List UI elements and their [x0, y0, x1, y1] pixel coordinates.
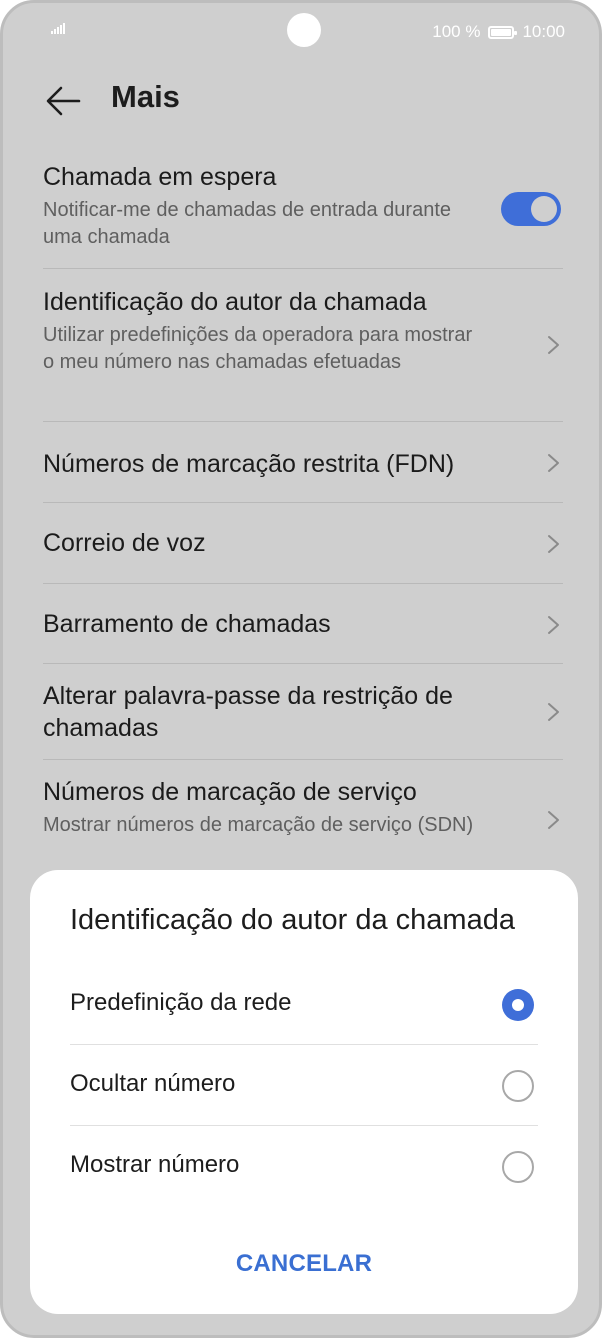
front-camera	[287, 13, 321, 47]
status-bar: 100 % 10:00	[3, 3, 599, 63]
page-title: Mais	[111, 79, 180, 114]
caller-id-dialog: Identificação do autor da chamada Predef…	[30, 870, 578, 1314]
fdn-item[interactable]: Números de marcação restrita (FDN)	[43, 422, 563, 503]
call-barring-item[interactable]: Barramento de chamadas	[43, 584, 563, 664]
option-network-default[interactable]: Predefinição da rede	[70, 965, 538, 1045]
call-waiting-item[interactable]: Chamada em espera Notificar-me de chamad…	[43, 151, 563, 269]
radio-unselected-icon[interactable]	[502, 1070, 534, 1102]
chevron-right-icon	[548, 454, 559, 472]
option-show-number[interactable]: Mostrar número	[70, 1127, 538, 1207]
chevron-right-icon	[548, 703, 559, 721]
caller-id-title: Identificação do autor da chamada	[43, 288, 427, 316]
call-barring-title: Barramento de chamadas	[43, 610, 331, 638]
settings-list: Chamada em espera Notificar-me de chamad…	[43, 151, 563, 880]
battery-icon	[488, 25, 518, 39]
signal-icon	[51, 23, 65, 34]
radio-selected-icon[interactable]	[502, 989, 534, 1021]
option-label: Predefinição da rede	[70, 989, 292, 1016]
app-header: Mais	[3, 73, 599, 133]
sdn-title: Números de marcação de serviço	[43, 778, 417, 806]
option-label: Ocultar número	[70, 1070, 236, 1097]
sdn-item[interactable]: Números de marcação de serviço Mostrar n…	[43, 760, 563, 880]
cancel-button[interactable]: CANCELAR	[30, 1250, 578, 1278]
caller-id-item[interactable]: Identificação do autor da chamada Utiliz…	[43, 269, 563, 422]
option-label: Mostrar número	[70, 1151, 240, 1178]
toggle-knob	[531, 196, 557, 222]
barring-password-item[interactable]: Alterar palavra-passe da restrição de ch…	[43, 664, 563, 760]
dialog-title: Identificação do autor da chamada	[70, 904, 515, 936]
chevron-right-icon	[548, 616, 559, 634]
status-right: 100 % 10:00	[432, 22, 565, 42]
chevron-right-icon	[548, 811, 559, 829]
call-waiting-toggle[interactable]	[501, 192, 561, 226]
call-waiting-subtitle: Notificar-me de chamadas de entrada dura…	[43, 199, 452, 248]
call-waiting-title: Chamada em espera	[43, 163, 277, 191]
clock: 10:00	[522, 22, 565, 41]
phone-screen: 100 % 10:00 Mais Chamada em espera Notif…	[0, 0, 602, 1338]
chevron-right-icon	[548, 336, 559, 354]
voicemail-title: Correio de voz	[43, 529, 206, 557]
chevron-right-icon	[548, 535, 559, 553]
barring-password-title: Alterar palavra-passe da restrição de ch…	[43, 682, 453, 742]
sdn-subtitle: Mostrar números de marcação de serviço (…	[43, 814, 474, 836]
arrow-left-icon[interactable]	[43, 81, 83, 121]
fdn-title: Números de marcação restrita (FDN)	[43, 450, 455, 478]
option-hide-number[interactable]: Ocultar número	[70, 1046, 538, 1126]
caller-id-subtitle: Utilizar predefinições da operadora para…	[43, 324, 473, 373]
radio-unselected-icon[interactable]	[502, 1151, 534, 1183]
battery-percent: 100 %	[432, 22, 481, 41]
voicemail-item[interactable]: Correio de voz	[43, 503, 563, 584]
